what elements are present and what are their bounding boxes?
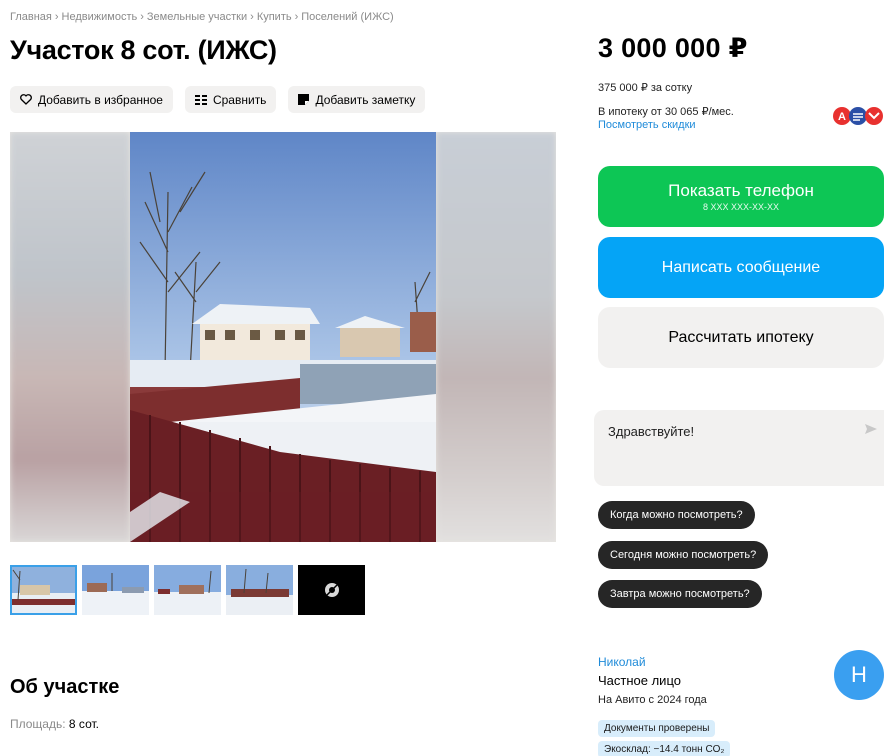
show-phone-button[interactable]: Показать телефон 8 XXX XXX-XX-XX xyxy=(598,166,884,227)
thumbnail-3[interactable] xyxy=(154,565,221,615)
suggestion-chip-tomorrow[interactable]: Завтра можно посмотреть? xyxy=(598,580,762,608)
calculate-mortgage-button[interactable]: Рассчитать ипотеку xyxy=(598,307,884,368)
seller-name[interactable]: Николай xyxy=(598,655,646,669)
calculate-mortgage-label: Рассчитать ипотеку xyxy=(668,328,814,346)
area-label: Площадь: xyxy=(10,717,66,731)
main-photo[interactable] xyxy=(130,132,436,542)
seller-since: На Авито с 2024 года xyxy=(598,694,707,706)
compare-button[interactable]: Сравнить xyxy=(184,86,277,113)
area-value: 8 сот. xyxy=(68,717,99,731)
suggestion-chip-today[interactable]: Сегодня можно посмотреть? xyxy=(598,541,769,569)
page-title: Участок 8 сот. (ИЖС) xyxy=(10,35,277,65)
write-message-label: Написать сообщение xyxy=(661,258,821,276)
price: 3 000 000 ₽ xyxy=(598,33,748,63)
note-label: Добавить заметку xyxy=(315,92,416,107)
photo-gallery[interactable] xyxy=(10,132,556,542)
documents-verified-badge: Документы проверены xyxy=(598,720,716,737)
suggestion-chip-when[interactable]: Когда можно посмотреть? xyxy=(598,501,755,529)
more-photos-icon xyxy=(324,583,339,597)
breadcrumb-izhs[interactable]: Поселений (ИЖС) xyxy=(301,11,393,23)
discounts-link[interactable]: Посмотреть скидки xyxy=(598,119,734,132)
breadcrumb: Главная › Недвижимость › Земельные участки › К… xyxy=(10,11,394,23)
heart-icon xyxy=(20,94,32,105)
breadcrumb-land[interactable]: Земельные участки xyxy=(147,11,247,23)
mortgage-text: В ипотеку от 30 065 ₽/мес. xyxy=(598,106,734,118)
compare-icon xyxy=(194,95,207,105)
compare-label: Сравнить xyxy=(212,92,267,107)
chat-message-input[interactable]: Здравствуйте! xyxy=(594,410,884,486)
area-row: Площадь: 8 сот. xyxy=(10,717,99,731)
seller-avatar[interactable]: Н xyxy=(834,650,884,700)
mortgage-info: В ипотеку от 30 065 ₽/мес. Посмотреть ск… xyxy=(598,106,734,132)
favorite-label: Добавить в избранное xyxy=(38,92,163,107)
thumbnail-strip xyxy=(10,565,365,615)
listing-actions: Добавить в избранное Сравнить Добавить з… xyxy=(10,86,426,113)
gallery-blur-left xyxy=(10,132,130,542)
about-heading: Об участке xyxy=(10,676,120,698)
show-phone-label: Показать телефон xyxy=(668,181,814,200)
thumbnail-4[interactable] xyxy=(226,565,293,615)
eco-badge: Экосклад: −14.4 тонн CO₂ xyxy=(598,741,731,756)
breadcrumb-buy[interactable]: Купить xyxy=(257,11,292,23)
seller-type: Частное лицо xyxy=(598,673,681,688)
add-to-favorites-button[interactable]: Добавить в избранное xyxy=(10,86,173,113)
write-message-button[interactable]: Написать сообщение xyxy=(598,237,884,298)
send-icon[interactable] xyxy=(864,422,878,436)
note-icon xyxy=(298,94,310,105)
svg-text:A: A xyxy=(838,111,846,123)
thumbnail-more[interactable] xyxy=(298,565,365,615)
price-per-sotka: 375 000 ₽ за сотку xyxy=(598,82,693,94)
breadcrumb-realty[interactable]: Недвижимость xyxy=(62,11,138,23)
thumbnail-1[interactable] xyxy=(10,565,77,615)
masked-phone: 8 XXX XXX-XX-XX xyxy=(702,202,780,212)
add-note-button[interactable]: Добавить заметку xyxy=(288,86,426,113)
breadcrumb-home[interactable]: Главная xyxy=(10,11,52,23)
bank-logos-icon[interactable]: A xyxy=(832,106,884,126)
chat-message-text: Здравствуйте! xyxy=(608,424,695,439)
thumbnail-2[interactable] xyxy=(82,565,149,615)
gallery-blur-right xyxy=(436,132,556,542)
